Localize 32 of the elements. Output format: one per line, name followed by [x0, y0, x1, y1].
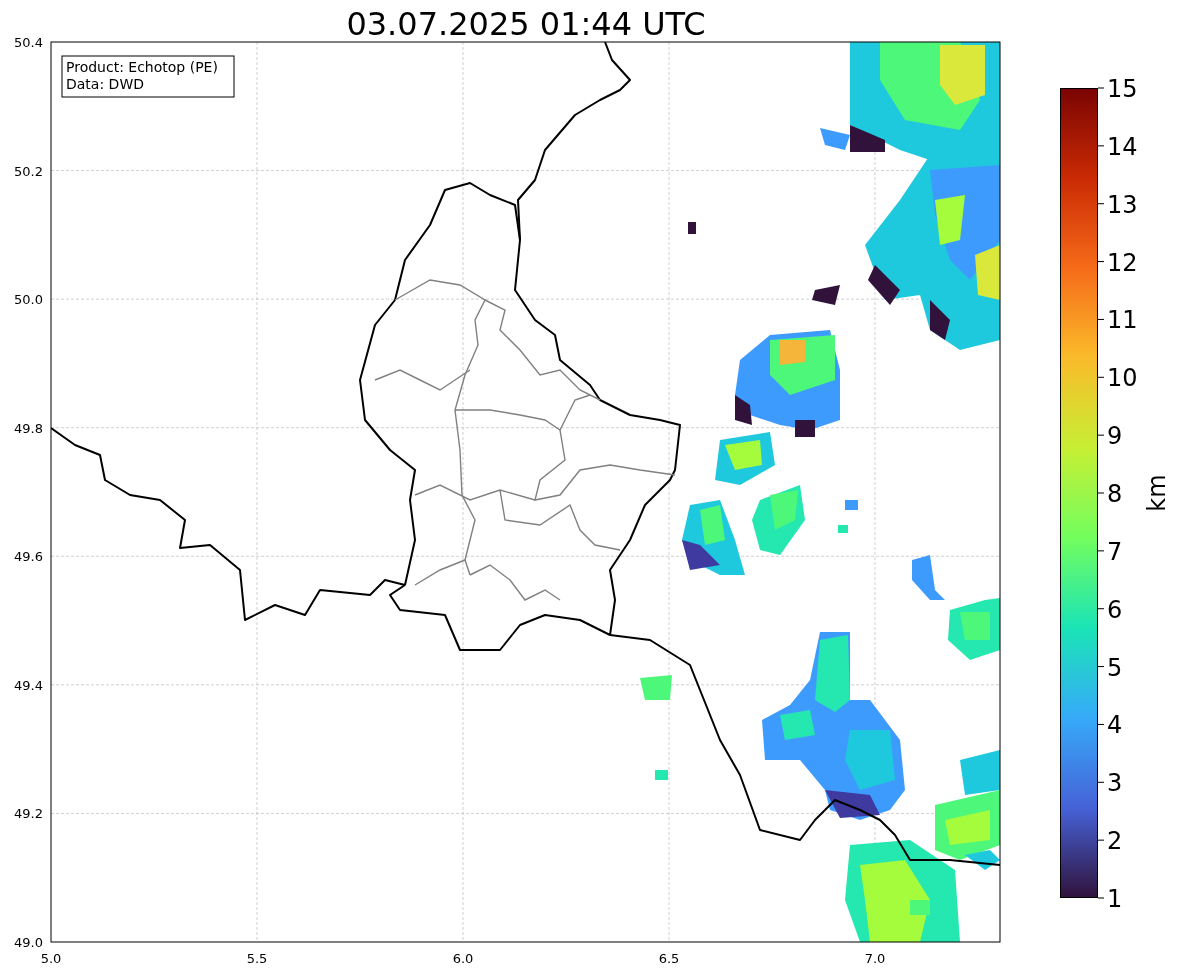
y-axis-label: 50.4 [14, 35, 43, 50]
y-axis-label: 49.8 [14, 420, 43, 436]
colorbar-label: 3 [1107, 769, 1123, 798]
x-axis-label: 6.0 [452, 951, 474, 966]
colorbar-label: 1 [1107, 885, 1123, 913]
colorbar-label: 6 [1107, 595, 1123, 624]
y-axis-label: 50.2 [14, 163, 43, 179]
colorbar-label: 13 [1107, 190, 1138, 219]
x-axis-label: 5.0 [40, 951, 62, 966]
colorbar-label: 12 [1107, 248, 1138, 277]
legend-text: Data: DWD [66, 76, 144, 92]
y-axis-label: 49.0 [14, 935, 43, 950]
x-axis-label: 6.5 [658, 951, 680, 966]
y-axis-label: 49.4 [14, 677, 43, 693]
colorbar-label: 14 [1107, 132, 1138, 161]
y-axis-label: 50.0 [14, 292, 43, 308]
chart-title: 03.07.2025 01:44 UTC [346, 5, 706, 43]
colorbar-label: 11 [1107, 306, 1138, 335]
colorbar-label: 7 [1107, 537, 1123, 566]
colorbar-label: 4 [1107, 711, 1123, 740]
colorbar-label: 2 [1107, 827, 1123, 856]
x-axis-label: 5.5 [246, 951, 268, 966]
colorbar-label: 5 [1107, 653, 1123, 682]
legend-text: Product: Echotop (PE) [66, 59, 218, 75]
y-axis-label: 49.2 [14, 806, 43, 822]
colorbar-label: 8 [1107, 480, 1123, 508]
colorbar-label: 15 [1107, 75, 1138, 103]
y-axis-label: 49.6 [14, 549, 43, 565]
colorbar-label: 10 [1107, 364, 1138, 393]
colorbar-unit: km [1143, 474, 1171, 512]
colorbar-label: 9 [1107, 422, 1123, 451]
x-axis-label: 7.0 [864, 951, 886, 966]
